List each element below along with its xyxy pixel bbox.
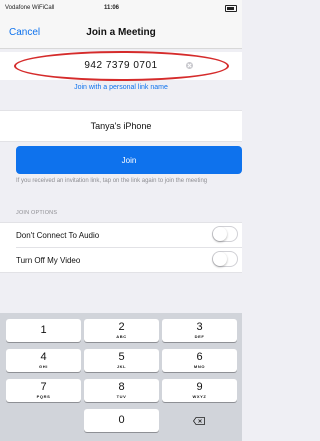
option-row-audio: Don't Connect To Audio bbox=[0, 223, 242, 247]
page-title: Join a Meeting bbox=[86, 27, 156, 38]
toggle-knob bbox=[213, 252, 227, 266]
key-2[interactable]: 2 ABC bbox=[84, 319, 159, 342]
meeting-id-value: 942 7379 0701 bbox=[84, 60, 158, 71]
key-letters: WXYZ bbox=[192, 394, 207, 399]
nav-bar: Cancel Join a Meeting bbox=[0, 18, 242, 49]
join-options-list: Don't Connect To Audio Turn Off My Video bbox=[0, 222, 242, 273]
key-digit: 5 bbox=[118, 351, 125, 363]
key-digit: 7 bbox=[40, 381, 47, 393]
key-7[interactable]: 7 PQRS bbox=[6, 379, 81, 402]
carrier-label: Vodafone WiFiCall bbox=[5, 5, 55, 11]
audio-toggle[interactable] bbox=[212, 226, 238, 242]
key-8[interactable]: 8 TUV bbox=[84, 379, 159, 402]
key-letters: DEF bbox=[194, 334, 205, 339]
battery-icon bbox=[225, 5, 237, 12]
key-9[interactable]: 9 WXYZ bbox=[162, 379, 237, 402]
numeric-keypad: 1 2 ABC 3 DEF 4 GHI 5 JKL 6 MNO 7 PQRS 8… bbox=[0, 313, 242, 441]
status-time: 11:06 bbox=[104, 5, 120, 11]
toggle-knob bbox=[213, 227, 227, 241]
key-letters: PQRS bbox=[36, 394, 51, 399]
display-name-field[interactable]: Tanya's iPhone bbox=[0, 110, 242, 142]
key-6[interactable]: 6 MNO bbox=[162, 349, 237, 372]
key-letters: GHI bbox=[39, 364, 48, 369]
backspace-icon bbox=[193, 417, 205, 425]
video-toggle[interactable] bbox=[212, 251, 238, 267]
key-digit: 9 bbox=[196, 381, 203, 393]
delete-key[interactable] bbox=[162, 409, 237, 432]
option-label-video: Turn Off My Video bbox=[16, 256, 81, 265]
helper-text: If you received an invitation link, tap … bbox=[16, 178, 208, 184]
key-digit: 3 bbox=[196, 321, 203, 333]
key-digit: 8 bbox=[118, 381, 125, 393]
key-digit: 1 bbox=[40, 324, 47, 336]
display-name-value: Tanya's iPhone bbox=[90, 121, 152, 131]
key-5[interactable]: 5 JKL bbox=[84, 349, 159, 372]
key-blank bbox=[6, 409, 81, 432]
key-4[interactable]: 4 GHI bbox=[6, 349, 81, 372]
status-bar: Vodafone WiFiCall 11:06 bbox=[0, 0, 242, 18]
key-letters: TUV bbox=[116, 394, 127, 399]
join-options-header: JOIN OPTIONS bbox=[16, 210, 58, 216]
join-button[interactable]: Join bbox=[16, 146, 242, 174]
key-digit: 4 bbox=[40, 351, 47, 363]
key-digit: 6 bbox=[196, 351, 203, 363]
key-3[interactable]: 3 DEF bbox=[162, 319, 237, 342]
option-row-video: Turn Off My Video bbox=[16, 247, 242, 272]
key-digit: 2 bbox=[118, 321, 125, 333]
key-0[interactable]: 0 bbox=[84, 409, 159, 432]
key-letters: MNO bbox=[193, 364, 206, 369]
clear-icon[interactable] bbox=[186, 62, 193, 69]
meeting-id-field[interactable]: 942 7379 0701 bbox=[0, 52, 242, 80]
option-label-audio: Don't Connect To Audio bbox=[16, 231, 100, 240]
key-1[interactable]: 1 bbox=[6, 319, 81, 342]
key-letters: ABC bbox=[116, 334, 127, 339]
personal-link-name-link[interactable]: Join with a personal link name bbox=[0, 84, 242, 91]
key-letters: JKL bbox=[116, 364, 127, 369]
key-digit: 0 bbox=[118, 414, 125, 426]
